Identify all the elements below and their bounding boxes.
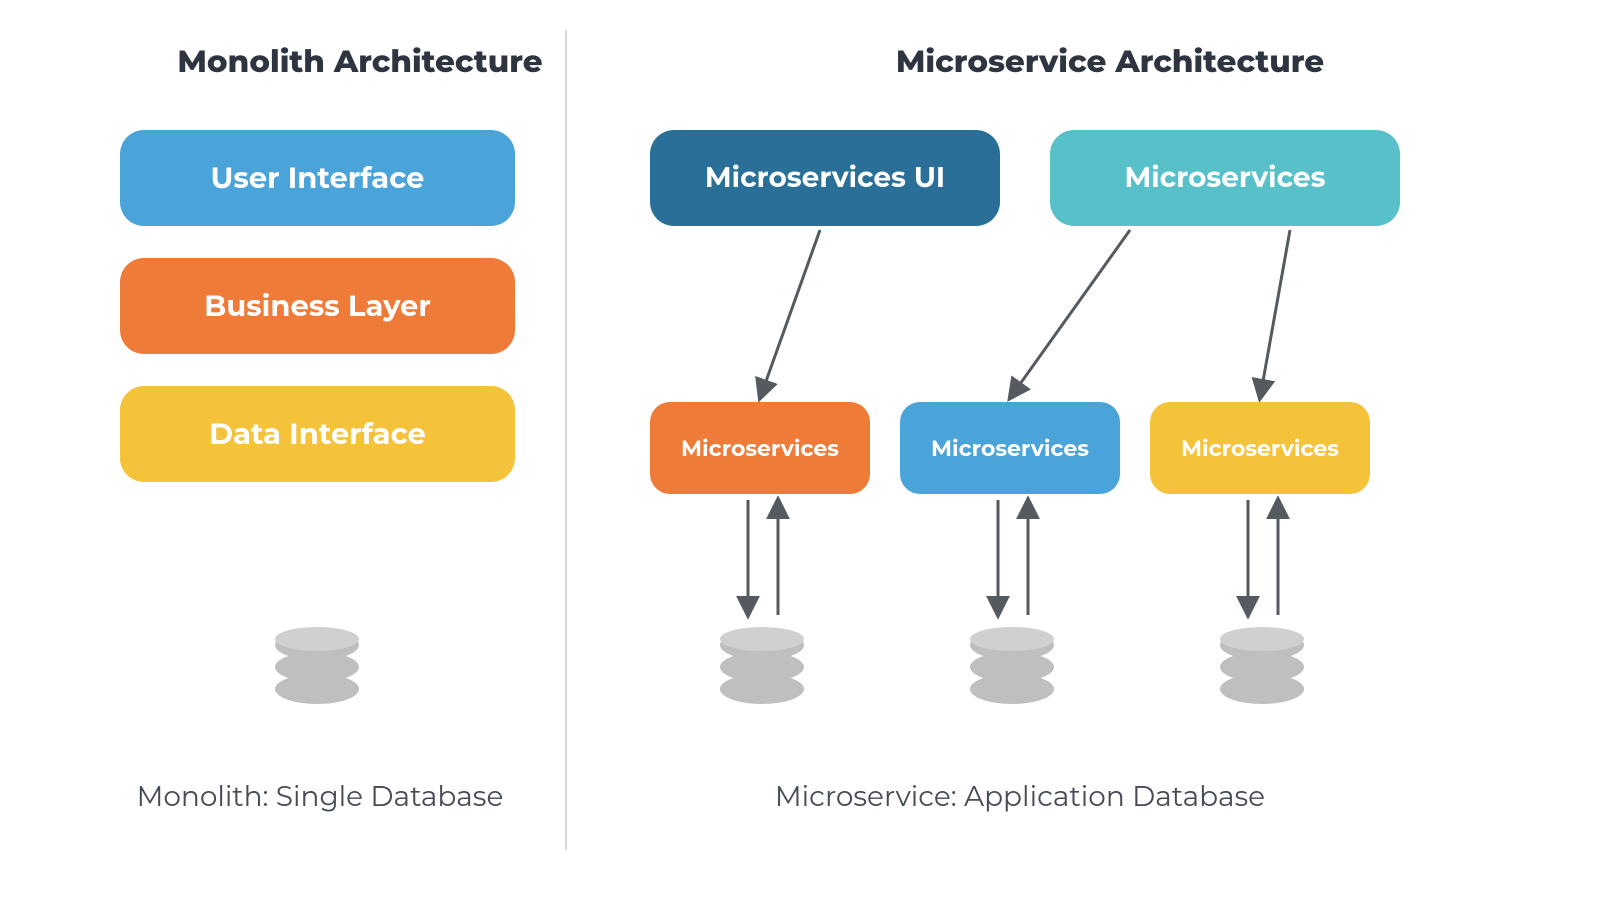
database-icon (1220, 630, 1304, 710)
arrow-ui-to-svc1 (760, 230, 820, 398)
database-icon (720, 630, 804, 710)
microservice-ui-box: Microservices UI (650, 130, 1000, 226)
heading-monolith: Monolith Architecture (130, 42, 590, 80)
caption-microservice: Microservice: Application Database (700, 780, 1340, 814)
vertical-divider (565, 30, 567, 850)
diagram-stage: Monolith Architecture Microservice Archi… (0, 0, 1600, 900)
caption-monolith: Monolith: Single Database (110, 780, 530, 814)
microservice-group-box: Microservices (1050, 130, 1400, 226)
microservice-box-1: Microservices (650, 402, 870, 494)
arrow-group-to-svc2 (1010, 230, 1130, 398)
microservice-box-3: Microservices (1150, 402, 1370, 494)
database-icon (275, 630, 359, 710)
heading-microservice: Microservice Architecture (880, 42, 1340, 80)
monolith-layer-ui: User Interface (120, 130, 515, 226)
database-icon (970, 630, 1054, 710)
arrow-group-to-svc3 (1260, 230, 1290, 398)
monolith-layer-data: Data Interface (120, 386, 515, 482)
monolith-layer-business: Business Layer (120, 258, 515, 354)
microservice-box-2: Microservices (900, 402, 1120, 494)
